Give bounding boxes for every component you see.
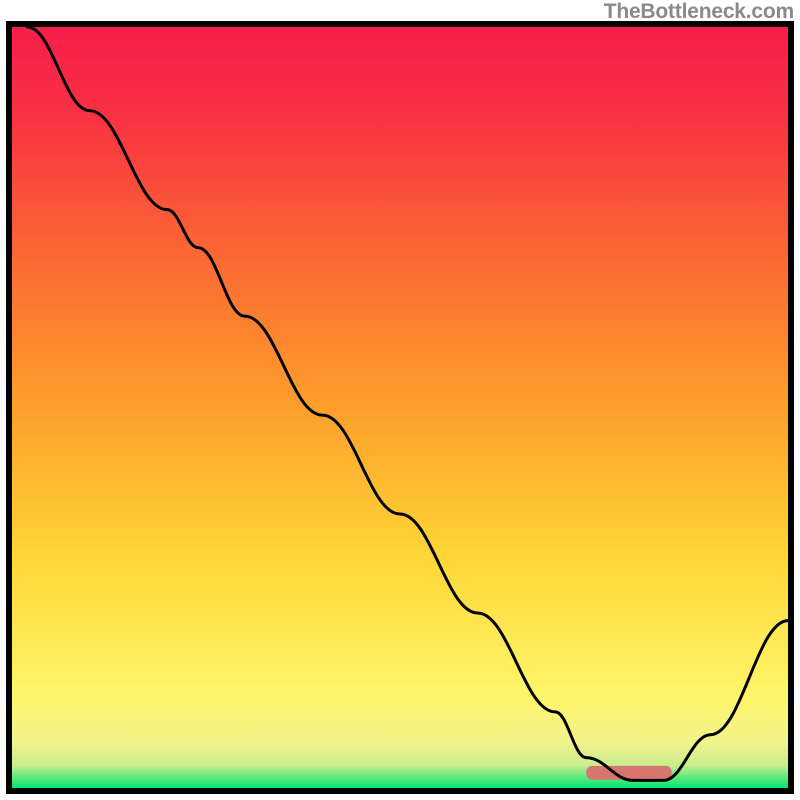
gradient-background: [12, 27, 788, 788]
chart-frame: [6, 21, 794, 794]
chart-plot-area: [6, 21, 794, 794]
optimal-range-marker: [586, 766, 671, 780]
